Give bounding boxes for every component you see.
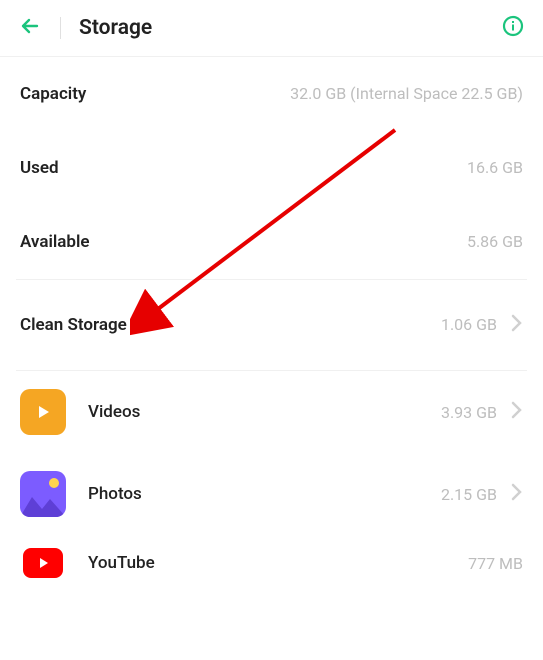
app-row-photos[interactable]: Photos 2.15 GB xyxy=(0,453,543,535)
app-label: Videos xyxy=(88,402,140,422)
youtube-icon xyxy=(23,548,63,578)
page-title: Storage xyxy=(79,16,152,40)
app-label: YouTube xyxy=(88,553,155,573)
capacity-value: 32.0 GB (Internal Space 22.5 GB) xyxy=(290,83,523,105)
used-label: Used xyxy=(20,158,59,178)
used-value: 16.6 GB xyxy=(467,157,523,179)
app-value: 2.15 GB xyxy=(441,485,497,504)
videos-icon xyxy=(20,389,66,435)
capacity-row: Capacity 32.0 GB (Internal Space 22.5 GB… xyxy=(0,57,543,131)
header-divider xyxy=(60,17,61,39)
clean-storage-value: 1.06 GB xyxy=(441,314,497,336)
back-icon[interactable] xyxy=(18,14,42,42)
capacity-label: Capacity xyxy=(20,84,86,104)
clean-storage-row[interactable]: Clean Storage 1.06 GB xyxy=(0,280,543,370)
available-value: 5.86 GB xyxy=(467,231,523,253)
header-bar: Storage xyxy=(0,0,543,57)
app-value: 777 MB xyxy=(468,554,523,573)
chevron-right-icon xyxy=(511,314,523,336)
used-row: Used 16.6 GB xyxy=(0,131,543,205)
clean-storage-label: Clean Storage xyxy=(20,315,127,335)
available-row: Available 5.86 GB xyxy=(0,205,543,279)
info-icon[interactable] xyxy=(501,14,525,42)
photos-icon xyxy=(20,471,66,517)
app-label: Photos xyxy=(88,484,142,504)
app-row-videos[interactable]: Videos 3.93 GB xyxy=(0,371,543,453)
app-value: 3.93 GB xyxy=(441,403,497,422)
app-row-youtube[interactable]: YouTube 777 MB xyxy=(0,535,543,591)
chevron-right-icon xyxy=(511,483,523,505)
chevron-right-icon xyxy=(511,401,523,423)
available-label: Available xyxy=(20,232,90,252)
